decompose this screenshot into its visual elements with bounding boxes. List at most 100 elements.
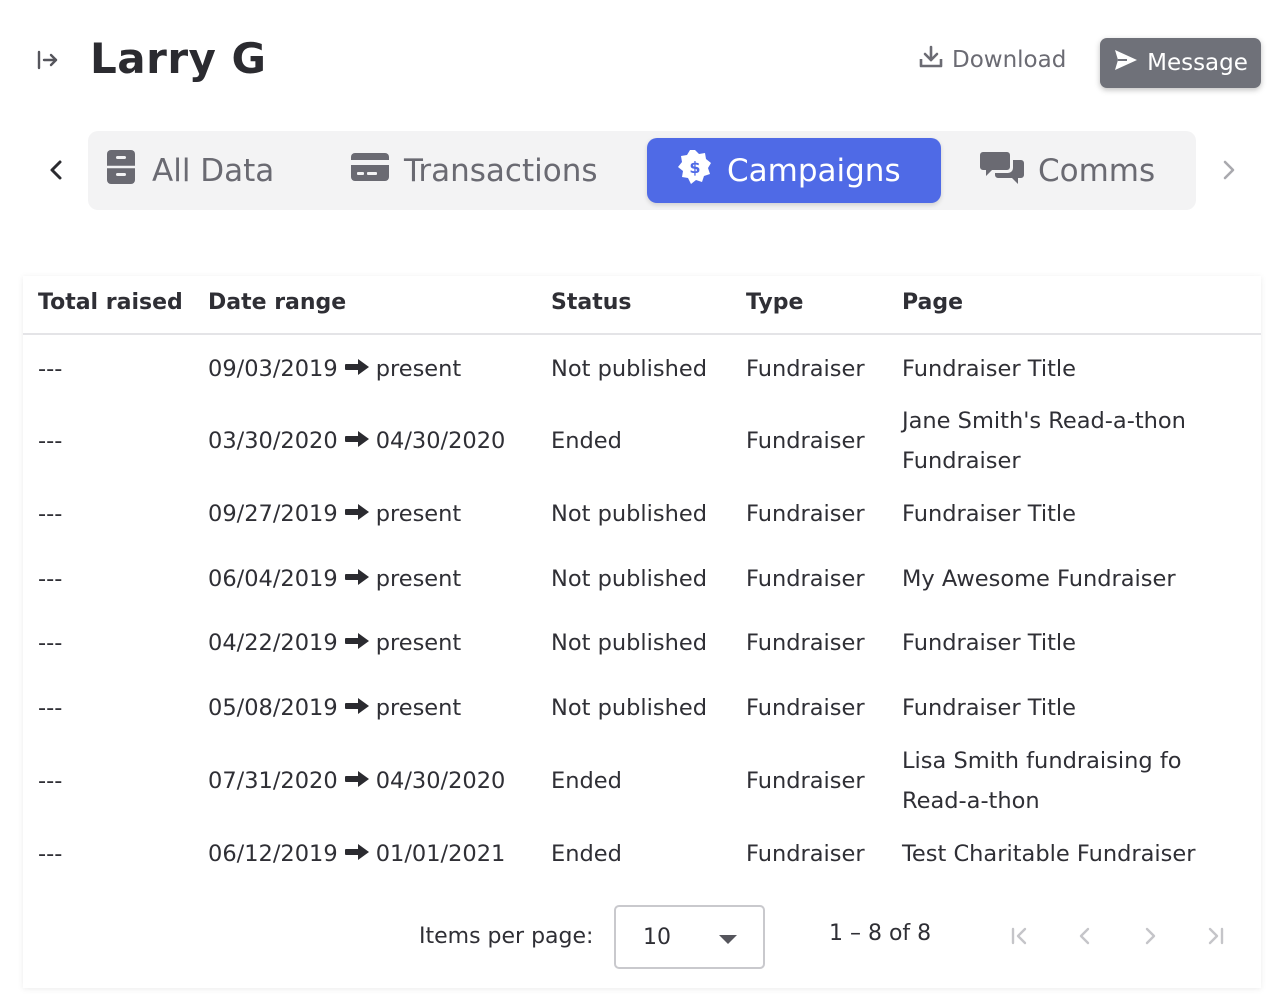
right-arrow-icon (344, 349, 370, 389)
total-raised-cell: --- (38, 566, 63, 592)
start-date: 04/22/2019 (208, 630, 338, 656)
right-arrow-icon (344, 834, 370, 874)
table-row[interactable]: --- 09/27/2019 present Not published Fundrai… (23, 494, 1261, 534)
items-per-page-select[interactable]: 10 (614, 905, 765, 969)
table-row[interactable]: --- 09/03/2019 present Not published Fundrai… (23, 349, 1261, 389)
date-range-cell: 06/04/2019 present (208, 559, 461, 599)
header-page[interactable]: Page (902, 290, 963, 315)
download-icon (918, 44, 944, 76)
end-date: present (375, 501, 462, 527)
tab-all-data[interactable]: All Data (104, 138, 274, 203)
page-cell[interactable]: Lisa Smith fundraising fo Read-a-thon (902, 741, 1247, 821)
page-cell[interactable]: Test Charitable Fundraiser (902, 834, 1247, 874)
table-row[interactable]: --- 04/22/2019 present Not published Fundrai… (23, 623, 1261, 663)
date-range-cell: 04/22/2019 present (208, 623, 461, 663)
table-header: Total raised Date range Status Type Page (23, 276, 1261, 335)
table-row[interactable]: --- 07/31/2020 04/30/2020 Ended Fundraiser Li… (23, 741, 1261, 821)
header-total-raised[interactable]: Total raised (38, 290, 183, 315)
table-row[interactable]: --- 06/12/2019 01/01/2021 Ended Fundraiser Te… (23, 834, 1261, 874)
total-raised-cell: --- (38, 630, 63, 656)
last-page-icon[interactable] (1200, 921, 1230, 951)
table-row[interactable]: --- 05/08/2019 present Not published Fundrai… (23, 688, 1261, 728)
end-date: 01/01/2021 (375, 841, 506, 867)
status-cell: Not published (551, 356, 708, 382)
end-date: present (375, 356, 462, 382)
right-arrow-icon (344, 559, 370, 599)
page-cell[interactable]: Fundraiser Title (902, 623, 1247, 663)
status-cell: Ended (551, 768, 622, 794)
file-cabinet-icon (104, 149, 138, 193)
campaigns-page: Larry G Download Message All Data Transa… (0, 0, 1286, 1004)
total-raised-cell: --- (38, 356, 63, 382)
table-row[interactable]: --- 03/30/2020 04/30/2020 Ended Fundraiser Ja… (23, 401, 1261, 481)
type-cell: Fundraiser (746, 566, 865, 592)
type-cell: Fundraiser (746, 695, 865, 721)
tab-transactions[interactable]: Transactions (350, 138, 598, 203)
tab-bar: All Data Transactions $ Campaigns Comms (88, 131, 1196, 210)
status-cell: Not published (551, 501, 708, 527)
end-date: present (375, 695, 462, 721)
caret-down-icon (719, 935, 737, 944)
download-button[interactable]: Download (918, 42, 1066, 78)
page-title: Larry G (90, 34, 267, 83)
header-type[interactable]: Type (746, 290, 803, 315)
status-cell: Ended (551, 428, 622, 454)
page-header: Larry G Download Message (0, 0, 1286, 120)
end-date: 04/30/2020 (375, 428, 506, 454)
date-range-cell: 05/08/2019 present (208, 688, 461, 728)
page-cell[interactable]: Jane Smith's Read-a-thon Fundraiser (902, 401, 1247, 481)
right-arrow-icon (344, 623, 370, 663)
header-date-range[interactable]: Date range (208, 290, 346, 315)
first-page-icon[interactable] (1005, 921, 1035, 951)
page-cell[interactable]: My Awesome Fundraiser (902, 559, 1247, 599)
chat-bubbles-icon (980, 149, 1024, 193)
tab-comms[interactable]: Comms (980, 138, 1155, 203)
page-cell[interactable]: Fundraiser Title (902, 494, 1247, 534)
page-cell[interactable]: Fundraiser Title (902, 349, 1247, 389)
status-cell: Ended (551, 841, 622, 867)
total-raised-cell: --- (38, 841, 63, 867)
end-date: present (375, 630, 462, 656)
start-date: 07/31/2020 (208, 768, 338, 794)
tab-campaigns[interactable]: $ Campaigns (647, 138, 941, 203)
date-range-cell: 09/03/2019 present (208, 349, 461, 389)
status-cell: Not published (551, 695, 708, 721)
total-raised-cell: --- (38, 695, 63, 721)
right-arrow-icon (344, 421, 370, 461)
type-cell: Fundraiser (746, 501, 865, 527)
campaigns-table: Total raised Date range Status Type Page… (23, 276, 1261, 988)
next-page-icon[interactable] (1135, 921, 1165, 951)
end-date: present (375, 566, 462, 592)
end-date: 04/30/2020 (375, 768, 506, 794)
page-cell[interactable]: Fundraiser Title (902, 688, 1247, 728)
tab-comms-label: Comms (1038, 152, 1156, 189)
tabs-scroll-left-icon[interactable] (40, 152, 72, 188)
message-button[interactable]: Message (1100, 38, 1261, 88)
send-icon (1113, 48, 1139, 78)
expand-sidebar-icon[interactable] (34, 46, 62, 74)
tab-campaigns-label: Campaigns (727, 152, 901, 189)
start-date: 05/08/2019 (208, 695, 338, 721)
dollar-badge-icon: $ (677, 149, 713, 193)
date-range-cell: 03/30/2020 04/30/2020 (208, 421, 505, 461)
type-cell: Fundraiser (746, 768, 865, 794)
start-date: 03/30/2020 (208, 428, 338, 454)
credit-card-icon (350, 151, 390, 191)
tab-transactions-label: Transactions (404, 152, 598, 189)
date-range-cell: 07/31/2020 04/30/2020 (208, 761, 505, 801)
items-per-page-label: Items per page: (419, 924, 594, 949)
previous-page-icon[interactable] (1070, 921, 1100, 951)
header-status[interactable]: Status (551, 290, 631, 315)
right-arrow-icon (344, 494, 370, 534)
start-date: 09/03/2019 (208, 356, 338, 382)
type-cell: Fundraiser (746, 841, 865, 867)
table-row[interactable]: --- 06/04/2019 present Not published Fundrai… (23, 559, 1261, 599)
items-per-page-value: 10 (643, 925, 671, 950)
tabs-scroll-right-icon[interactable] (1213, 152, 1245, 188)
type-cell: Fundraiser (746, 428, 865, 454)
date-range-cell: 06/12/2019 01/01/2021 (208, 834, 505, 874)
svg-text:$: $ (689, 158, 700, 177)
message-label: Message (1147, 50, 1248, 76)
tab-all-data-label: All Data (152, 152, 275, 189)
total-raised-cell: --- (38, 768, 63, 794)
